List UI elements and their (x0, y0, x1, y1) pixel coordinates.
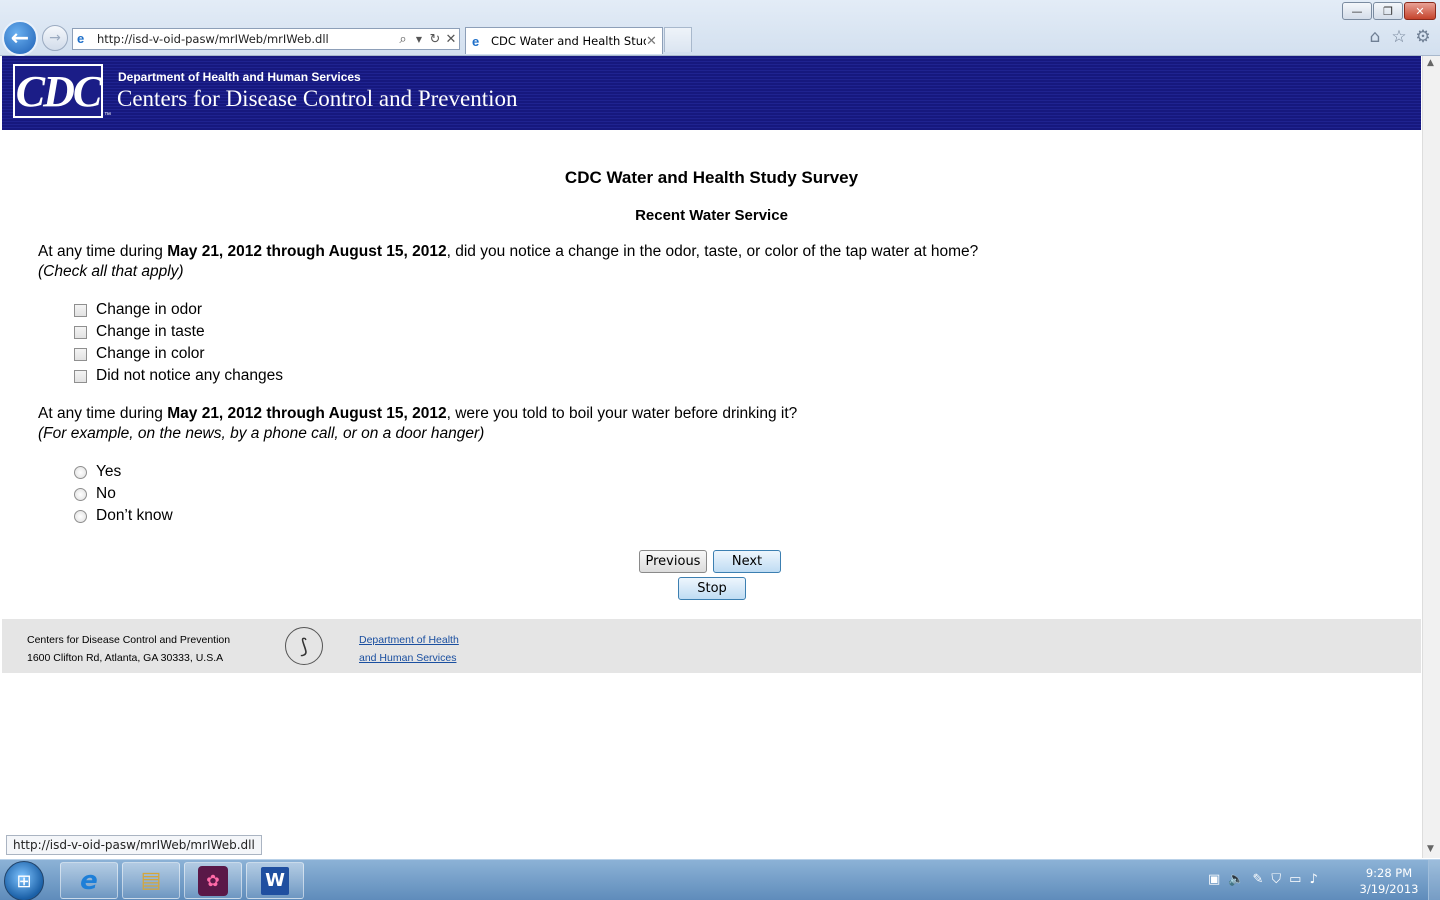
option-label[interactable]: Don’t know (96, 507, 173, 525)
department-name: Department of Health and Human Services (118, 70, 361, 84)
taskbar-word-icon[interactable]: W (246, 862, 304, 899)
checkbox[interactable] (74, 303, 87, 317)
display-icon[interactable]: ▭ (1289, 872, 1301, 887)
question-prefix: At any time during (38, 405, 168, 422)
forward-arrow-icon[interactable]: → (42, 25, 68, 51)
question-prefix: At any time during (38, 243, 168, 260)
cdc-banner: CDC ™ Department of Health and Human Ser… (2, 56, 1421, 130)
hhs-link-line2[interactable]: and Human Services (359, 649, 459, 667)
taskbar-clock[interactable]: 9:28 PM 3/19/2013 (1354, 865, 1424, 897)
window-controls: — ❐ ✕ (1342, 2, 1436, 20)
tab-cdc-water-health[interactable]: e CDC Water and Health Study ✕ (465, 27, 663, 54)
hhs-link-line1[interactable]: Department of Health (359, 631, 459, 649)
question-text: At any time during May 21, 2012 through … (38, 242, 978, 262)
question-boil-water: At any time during May 21, 2012 through … (38, 404, 797, 444)
word-glyph-icon: W (261, 866, 289, 895)
question-suffix: , did you notice a change in the odor, t… (446, 243, 979, 260)
option-change-in-taste[interactable]: Change in taste (74, 321, 283, 343)
clock-time: 9:28 PM (1365, 866, 1413, 880)
windows-taskbar: ⊞ e ▤ ✿ W ▣ 🔈 ✎ ⛉ ▭ ♪ 9:28 PM 3/19/2013 (0, 859, 1440, 900)
show-desktop-button[interactable] (1428, 860, 1440, 900)
minimize-button[interactable]: — (1342, 2, 1372, 20)
close-window-button[interactable]: ✕ (1404, 2, 1436, 20)
browser-chrome: — ❐ ✕ ← → e http://isd-v-oid-pasw/mrIWeb… (0, 0, 1440, 56)
restore-button[interactable]: ❐ (1373, 2, 1403, 20)
home-icon[interactable]: ⌂ (1365, 27, 1385, 47)
option-label[interactable]: Change in taste (96, 323, 205, 341)
question-note: (Check all that apply) (38, 263, 184, 280)
start-button[interactable]: ⊞ (4, 861, 44, 900)
favorites-star-icon[interactable]: ☆ (1389, 27, 1409, 47)
hhs-link[interactable]: Department of Health and Human Services (359, 631, 459, 667)
security-shield-icon[interactable]: ⛉ (1271, 872, 1281, 887)
checkbox[interactable] (74, 347, 87, 361)
scroll-down-icon[interactable]: ▼ (1427, 844, 1434, 854)
page-footer: Centers for Disease Control and Preventi… (2, 619, 1421, 673)
hhs-eagle-seal-icon: ⟆ (285, 627, 323, 665)
search-icon[interactable]: ⌕ (395, 32, 411, 47)
footer-org-name: Centers for Disease Control and Preventi… (27, 634, 231, 646)
question-odor-taste-color: At any time during May 21, 2012 through … (38, 242, 978, 282)
radio-button[interactable] (74, 465, 87, 479)
option-label[interactable]: Did not notice any changes (96, 367, 283, 385)
question-note: (For example, on the news, by a phone ca… (38, 425, 485, 442)
option-label[interactable]: Change in odor (96, 301, 202, 319)
taskbar-app-icon[interactable]: ✿ (184, 862, 242, 899)
speaker-icon[interactable]: ♪ (1309, 872, 1317, 887)
address-url[interactable]: http://isd-v-oid-pasw/mrIWeb/mrIWeb.dll (97, 32, 395, 46)
option-no-changes[interactable]: Did not notice any changes (74, 365, 283, 387)
footer-street-address: 1600 Clifton Rd, Atlanta, GA 30333, U.S.… (27, 652, 224, 664)
option-change-in-color[interactable]: Change in color (74, 343, 283, 365)
network-tray-icon[interactable]: ▣ (1208, 872, 1220, 887)
system-tray: ▣ 🔈 ✎ ⛉ ▭ ♪ (1208, 872, 1318, 887)
scroll-up-icon[interactable]: ▲ (1427, 58, 1434, 68)
taskbar-folder-icon[interactable]: ▤ (122, 862, 180, 899)
question-text: At any time during May 21, 2012 through … (38, 404, 797, 424)
back-arrow-icon[interactable]: ← (2, 20, 38, 56)
tray-tool-icon[interactable]: ✎ (1252, 872, 1263, 887)
question-dates: May 21, 2012 through August 15, 2012 (167, 243, 447, 260)
ie-tab-icon: e (472, 33, 480, 49)
trademark-mark: ™ (104, 112, 111, 119)
question-dates: May 21, 2012 through August 15, 2012 (167, 405, 447, 422)
dropdown-icon[interactable]: ▼ (411, 35, 427, 44)
option-no[interactable]: No (74, 483, 173, 505)
volume-icon[interactable]: 🔈 (1228, 872, 1244, 887)
address-bar[interactable]: e http://isd-v-oid-pasw/mrIWeb/mrIWeb.dl… (72, 28, 460, 50)
radio-group: Yes No Don’t know (74, 461, 173, 527)
tools-gear-icon[interactable]: ⚙ (1413, 27, 1433, 47)
status-bar-url: http://isd-v-oid-pasw/mrIWeb/mrIWeb.dll (6, 835, 262, 855)
vertical-scrollbar[interactable]: ▲ ▼ (1422, 56, 1440, 858)
tab-title: CDC Water and Health Study (491, 34, 646, 48)
previous-button[interactable]: Previous (639, 550, 707, 573)
new-tab-button[interactable] (664, 27, 692, 52)
page-viewport: CDC ™ Department of Health and Human Ser… (2, 56, 1422, 858)
next-button[interactable]: Next (713, 550, 781, 573)
section-title: Recent Water Service (635, 207, 788, 224)
option-label[interactable]: Yes (96, 463, 121, 481)
cdc-logo[interactable]: CDC (13, 64, 103, 118)
option-yes[interactable]: Yes (74, 461, 173, 483)
checkbox-group: Change in odor Change in taste Change in… (74, 299, 283, 387)
refresh-icon[interactable]: ↻ (427, 32, 443, 47)
checkbox[interactable] (74, 369, 87, 383)
radio-button[interactable] (74, 487, 87, 501)
footer-address: Centers for Disease Control and Preventi… (27, 631, 230, 667)
option-label[interactable]: No (96, 485, 116, 503)
clock-date: 3/19/2013 (1359, 882, 1419, 896)
option-change-in-odor[interactable]: Change in odor (74, 299, 283, 321)
stop-button[interactable]: Stop (678, 577, 746, 600)
radio-button[interactable] (74, 509, 87, 523)
stop-icon[interactable]: ✕ (443, 32, 459, 47)
page-title: CDC Water and Health Study Survey (564, 168, 859, 187)
checkbox[interactable] (74, 325, 87, 339)
agency-name: Centers for Disease Control and Preventi… (117, 86, 518, 111)
question-suffix: , were you told to boil your water befor… (446, 405, 798, 422)
taskbar-internet-explorer-icon[interactable]: e (60, 862, 118, 899)
option-label[interactable]: Change in color (96, 345, 205, 363)
ie-page-icon: e (77, 31, 85, 46)
option-dont-know[interactable]: Don’t know (74, 505, 173, 527)
tab-close-icon[interactable]: ✕ (646, 34, 662, 49)
app-glyph-icon: ✿ (198, 865, 228, 896)
